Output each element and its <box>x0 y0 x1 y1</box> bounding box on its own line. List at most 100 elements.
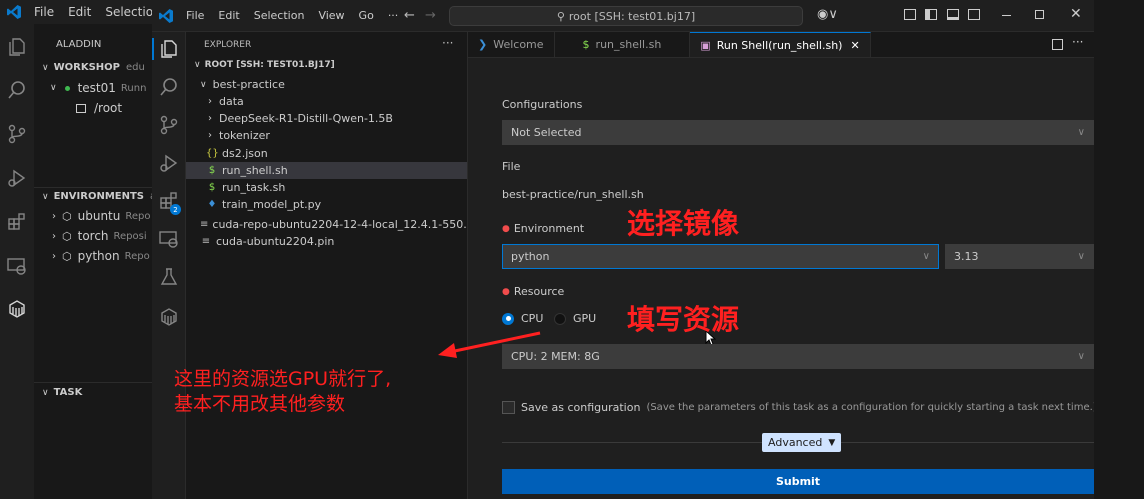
workshop-suffix: edu <box>125 62 145 73</box>
environment-select[interactable]: python ∨ <box>502 244 939 269</box>
workshop-label: WORKSHOP <box>53 62 120 73</box>
menu-edit[interactable]: Edit <box>218 9 239 22</box>
tree-folder-best-practice[interactable]: ∨ best-practice <box>186 76 467 93</box>
chevron-right-icon: › <box>52 250 56 262</box>
forward-arrow-icon[interactable]: → <box>425 8 436 23</box>
advanced-label: Advanced <box>768 436 823 449</box>
gpu-radio[interactable]: GPU <box>554 312 596 325</box>
search-icon[interactable] <box>6 79 28 101</box>
version-select[interactable]: 3.13 ∨ <box>945 244 1094 269</box>
explorer-more-icon[interactable]: ··· <box>442 36 453 50</box>
source-control-icon[interactable] <box>158 114 180 136</box>
tree-label: best-practice <box>212 78 285 91</box>
tree-folder-deepseek[interactable]: › DeepSeek-R1-Distill-Qwen-1.5B <box>186 110 467 127</box>
configurations-value: Not Selected <box>511 126 582 139</box>
section-divider <box>34 187 152 188</box>
advanced-button[interactable]: Advanced ▼ <box>762 433 842 452</box>
files-icon[interactable] <box>158 38 180 60</box>
close-tab-icon[interactable]: ✕ <box>850 39 859 52</box>
tree-file-run-shell[interactable]: $ run_shell.sh <box>186 162 467 179</box>
tab-welcome[interactable]: ❯ Welcome <box>468 32 555 57</box>
menu-more[interactable]: ··· <box>388 9 399 22</box>
resource-label-row: ● Resource <box>502 285 564 298</box>
task-section-header[interactable]: ∨ TASK <box>42 387 82 398</box>
tree-folder-tokenizer[interactable]: › tokenizer <box>186 127 467 144</box>
toggle-sidebar-icon[interactable] <box>925 9 937 20</box>
workshop-section-header[interactable]: ∨ WORKSHOP edu <box>42 62 145 73</box>
tree-file-run-task[interactable]: $ run_task.sh <box>186 179 467 196</box>
shell-icon: $ <box>208 165 216 176</box>
chevron-down-icon: ∨ <box>1077 251 1085 262</box>
chevron-right-icon: › <box>208 96 212 107</box>
required-marker-icon: ● <box>502 286 510 297</box>
vscode-icon: ❯ <box>478 38 488 51</box>
chevron-down-icon: ∨ <box>922 251 930 262</box>
section-divider <box>34 382 152 383</box>
tree-file-cuda-pin[interactable]: ≡ cuda-ubuntu2204.pin <box>186 233 467 250</box>
cube-icon: ⬡ <box>62 249 72 263</box>
extensions-badge: 2 <box>170 204 181 215</box>
annotation-note-line1: 这里的资源选GPU就行了, <box>174 368 392 390</box>
remote-explorer-icon[interactable] <box>158 228 180 250</box>
shell-icon: $ <box>582 38 590 51</box>
back-arrow-icon[interactable]: ← <box>404 8 415 23</box>
remote-explorer-icon[interactable] <box>6 255 28 277</box>
back-menu-file[interactable]: File <box>34 5 54 19</box>
instance-path-item[interactable]: /root <box>76 101 122 115</box>
environment-item-torch[interactable]: › ⬡ torch Reposi <box>52 229 152 243</box>
menu-go[interactable]: Go <box>359 9 374 22</box>
root-folder-header[interactable]: ∨ ROOT [SSH: TEST01.BJ17] <box>194 60 335 70</box>
tree-folder-data[interactable]: › data <box>186 93 467 110</box>
menu-file[interactable]: File <box>186 9 204 22</box>
extensions-icon[interactable] <box>6 211 28 233</box>
minimize-icon[interactable] <box>1002 15 1011 16</box>
menu-view[interactable]: View <box>318 9 344 22</box>
search-icon[interactable] <box>158 76 180 98</box>
copilot-icon[interactable]: ◉∨ <box>817 7 838 22</box>
aladdin-icon[interactable] <box>158 306 180 328</box>
vscode-window: File Edit Selection View Go ··· ← → ⚲ ro… <box>152 0 1097 499</box>
environment-label-row: ● Environment <box>502 222 584 235</box>
aladdin-icon[interactable] <box>6 298 28 320</box>
save-configuration-checkbox[interactable]: Save as configuration (Save the paramete… <box>502 401 1097 414</box>
menu-selection[interactable]: Selection <box>254 9 305 22</box>
tree-file-ds2-json[interactable]: {} ds2.json <box>186 145 467 162</box>
resource-label: Resource <box>513 285 565 298</box>
caret-down-icon: ▼ <box>828 437 836 448</box>
tab-run-shell-file[interactable]: $ run_shell.sh <box>555 32 691 57</box>
close-icon[interactable]: ✕ <box>1070 6 1082 22</box>
json-icon: {} <box>206 148 219 159</box>
cpu-radio[interactable]: CPU <box>502 312 543 325</box>
instance-name: test01 <box>77 81 116 95</box>
cube-icon: ⬡ <box>62 229 72 243</box>
run-debug-icon[interactable] <box>158 152 180 174</box>
tree-file-train-model[interactable]: ♦ train_model_pt.py <box>186 196 467 213</box>
maximize-icon[interactable] <box>1035 10 1044 19</box>
resource-select[interactable]: CPU: 2 MEM: 8G ∨ <box>502 344 1094 369</box>
toggle-panel-icon[interactable] <box>947 9 959 20</box>
files-icon[interactable] <box>6 36 28 58</box>
run-shell-form: Configurations Not Selected ∨ File best-… <box>468 58 1097 499</box>
shell-icon: $ <box>208 182 216 193</box>
command-center[interactable]: ⚲ root [SSH: test01.bj17] <box>449 6 803 26</box>
submit-label: Submit <box>775 475 821 488</box>
environment-item-ubuntu[interactable]: › ⬡ ubuntu Repo <box>52 209 152 223</box>
testing-flask-icon[interactable] <box>158 266 180 288</box>
back-menu-edit[interactable]: Edit <box>68 5 91 19</box>
submit-button[interactable]: Submit <box>502 469 1094 494</box>
chevron-down-icon: ∨ <box>194 60 201 70</box>
active-indicator <box>152 38 154 60</box>
toggle-secondary-sidebar-icon[interactable] <box>968 9 980 20</box>
split-editor-icon[interactable] <box>1052 39 1063 50</box>
configurations-select[interactable]: Not Selected ∨ <box>502 120 1094 145</box>
gpu-label: GPU <box>573 312 597 325</box>
instance-item[interactable]: ∨ test01 Runn <box>50 81 152 95</box>
run-debug-icon[interactable] <box>6 167 28 189</box>
tree-file-cuda-repo[interactable]: ≡ cuda-repo-ubuntu2204-12-4-local_12.4.1-… <box>186 216 467 233</box>
layout-customize-icon[interactable] <box>904 9 916 20</box>
editor-more-icon[interactable]: ··· <box>1072 35 1083 49</box>
environment-item-python[interactable]: › ⬡ python Repo <box>52 249 152 263</box>
environments-section-header[interactable]: ∨ ENVIRONMENTS a <box>42 191 156 202</box>
tab-run-shell-form[interactable]: ▣ Run Shell(run_shell.sh) ✕ <box>690 32 871 57</box>
source-control-icon[interactable] <box>6 123 28 145</box>
